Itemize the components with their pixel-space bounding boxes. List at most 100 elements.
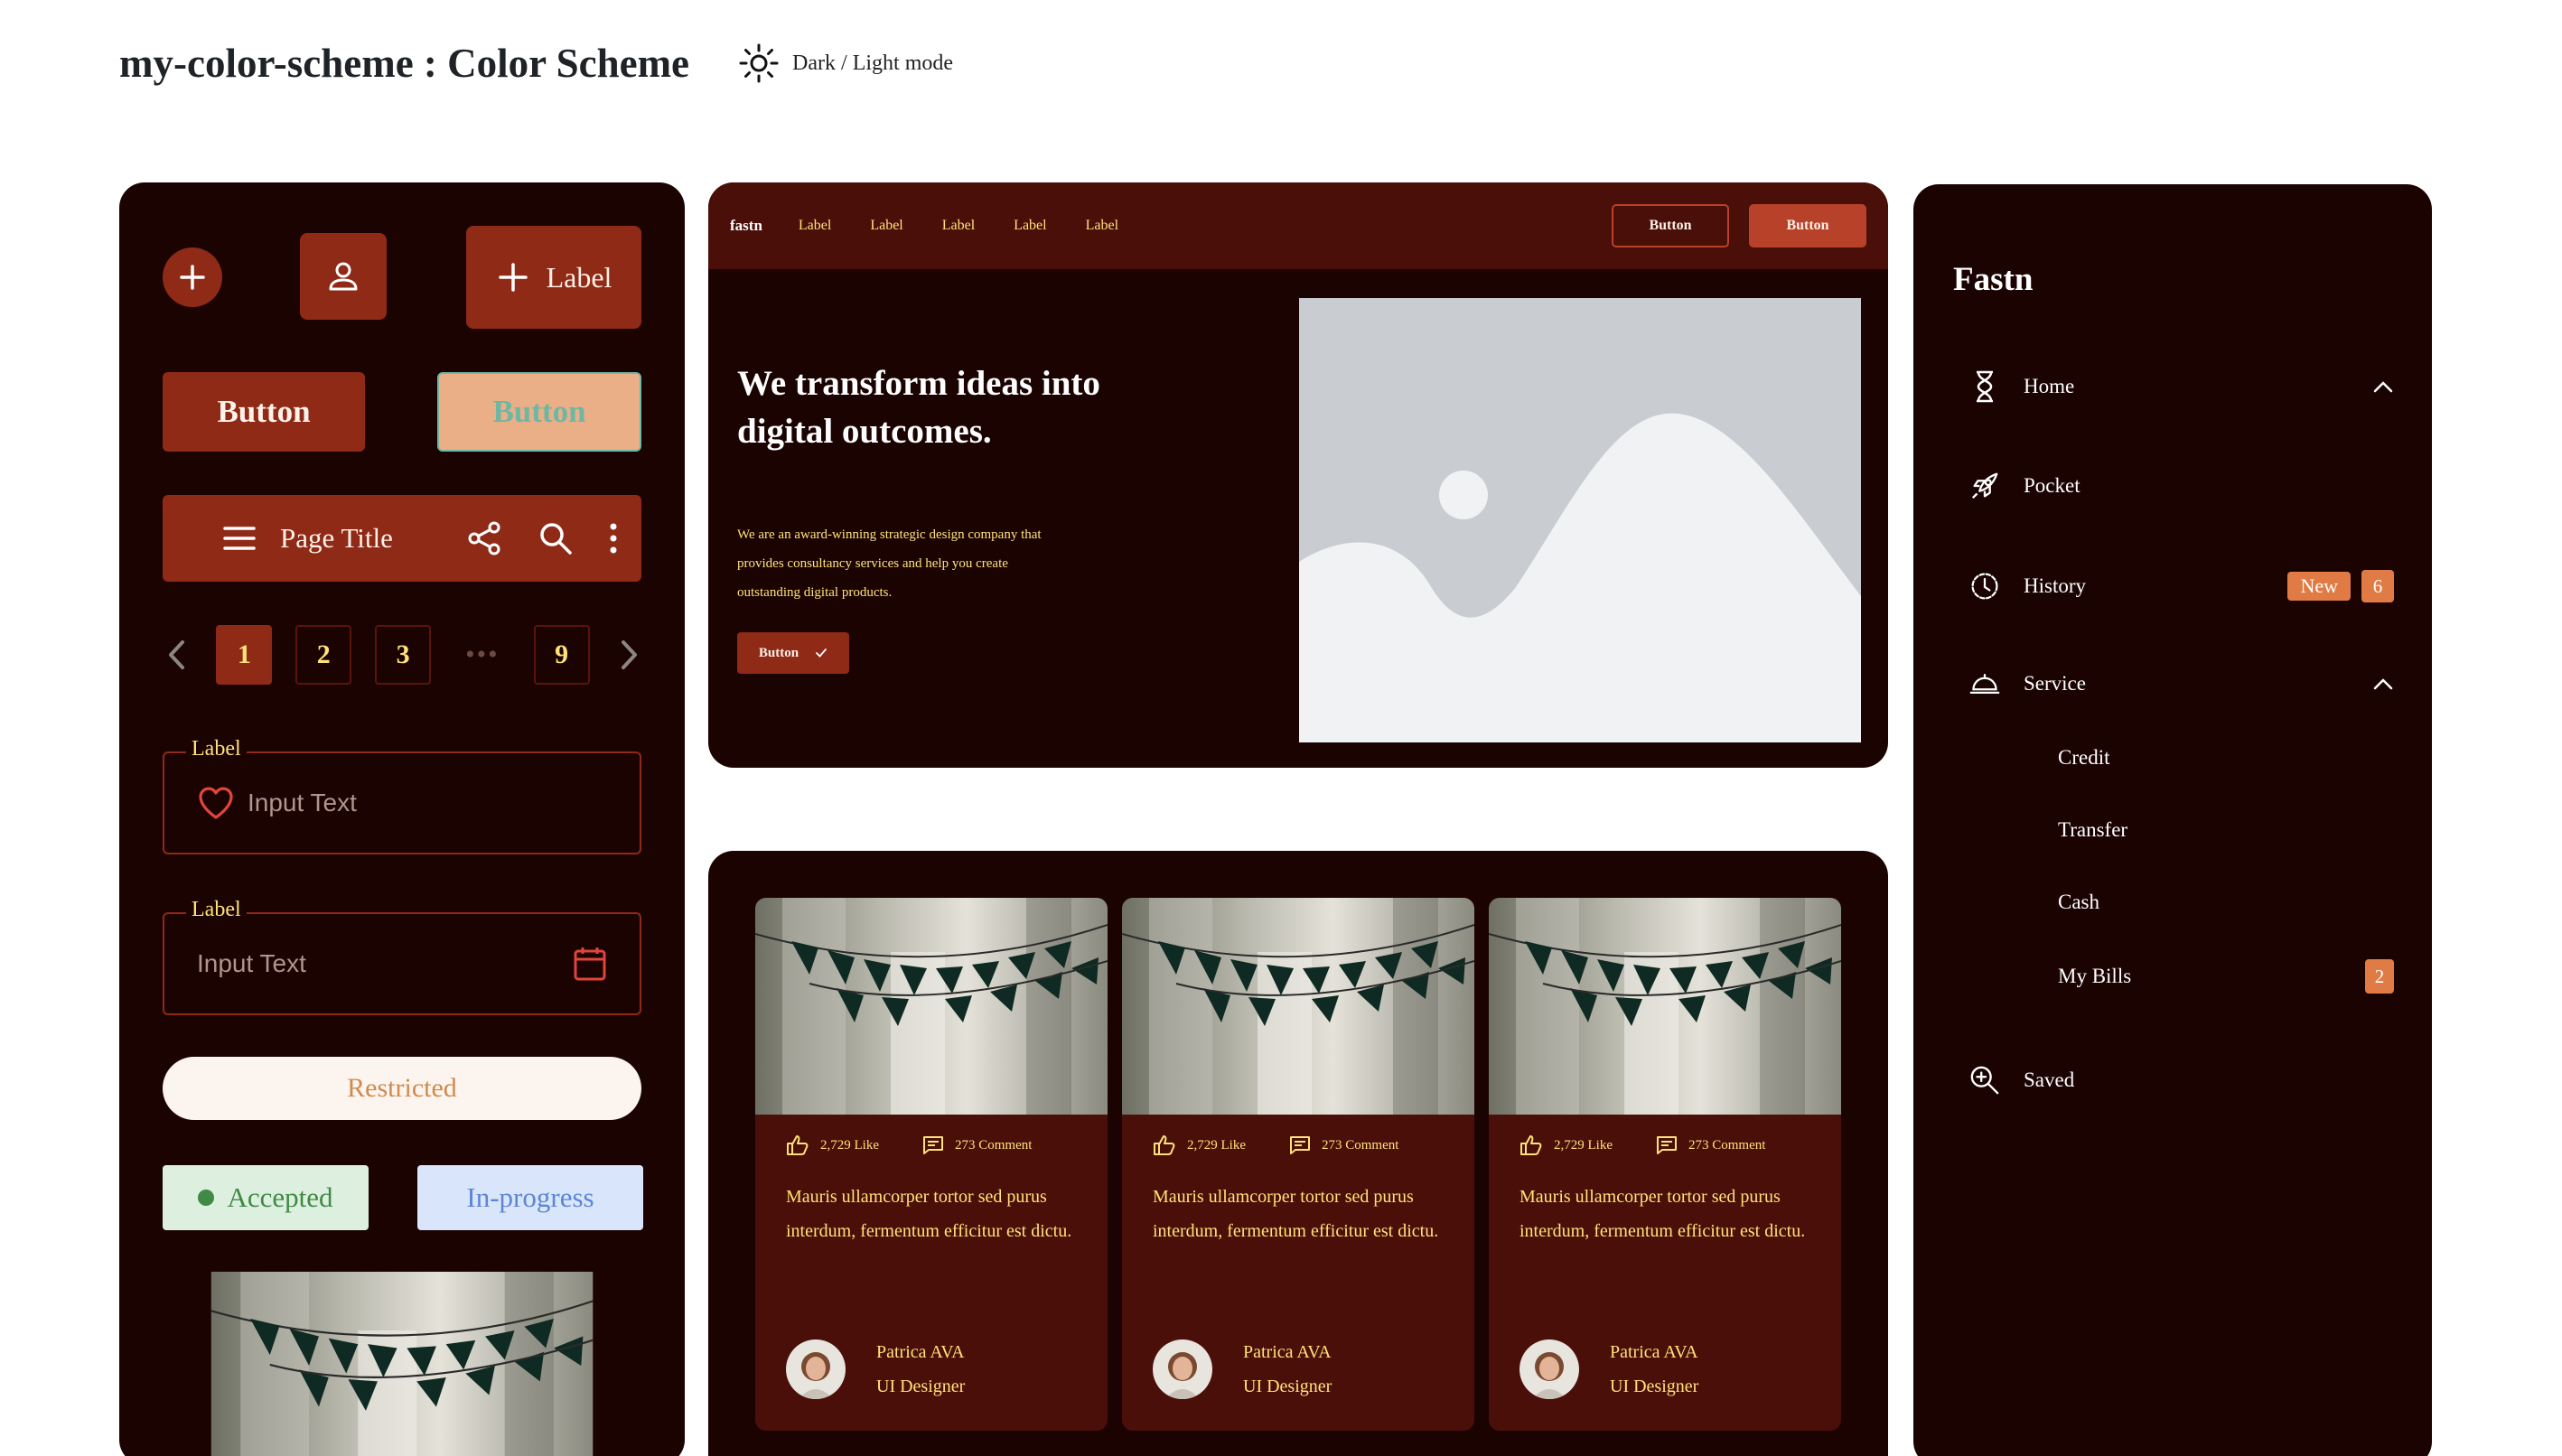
accepted-chip-label: Accepted [227,1181,333,1213]
likes-count: 2,729 Like [1554,1137,1613,1153]
sidebar-item-history[interactable]: History New 6 [1969,569,2394,603]
nav-outline-button[interactable]: Button [1612,204,1729,247]
page-button-9[interactable]: 9 [533,625,590,685]
avatar [786,1339,846,1399]
theme-toggle[interactable]: Dark / Light mode [738,42,953,84]
card-text: Mauris ullamcorper tortor sed purus inte… [786,1187,1072,1241]
fab-round-add-button[interactable] [163,247,222,307]
sidebar-item-label: Service [2024,672,2086,695]
author-name: Patrica AVA [1243,1342,1332,1362]
plus-icon [180,265,205,290]
hero-brand[interactable]: fastn [730,217,762,235]
sidebar-item-pocket[interactable]: Pocket [1969,470,2394,502]
hero-cta-button[interactable]: Button [737,632,849,674]
sidebar-subitem-my-bills[interactable]: My Bills 2 [2058,959,2394,994]
nav-link[interactable]: Label [1014,218,1046,234]
sidebar-item-saved[interactable]: Saved [1969,1064,2394,1097]
page-button-1[interactable]: 1 [216,625,273,685]
nav-link[interactable]: Label [799,218,831,234]
calendar-icon[interactable] [573,946,607,982]
primary-button[interactable]: Button [163,372,365,452]
post-card[interactable]: 2,729 Like 273 Comment Mauris ullamcorpe… [1122,898,1474,1431]
menu-icon[interactable] [222,525,257,552]
hero-navbar: fastn Label Label Label Label Label Butt… [708,182,1888,269]
author-role: UI Designer [1610,1377,1699,1396]
thumbs-up-icon[interactable] [786,1134,809,1156]
fab-extended-label: Label [546,260,612,294]
sidebar-subitem-credit[interactable]: Credit [2058,746,2394,770]
top-app-bar: Page Title [163,495,641,582]
post-card[interactable]: 2,729 Like 273 Comment Mauris ullamcorpe… [755,898,1108,1431]
accepted-chip: Accepted [163,1165,369,1230]
more-vertical-icon[interactable] [609,523,618,554]
fab-extended-button[interactable]: Label [466,226,641,329]
hero-panel: fastn Label Label Label Label Label Butt… [708,182,1888,768]
field-label: Label [186,737,247,761]
card-stats: 2,729 Like 273 Comment [1153,1134,1398,1156]
fab-user-button[interactable] [300,233,387,320]
user-icon [329,262,358,291]
page-header: my-color-scheme : Color Scheme Dark / Li… [119,40,953,87]
hero-headline: We transform ideas into digital outcomes… [737,364,1100,451]
page-button-3[interactable]: 3 [375,625,432,685]
plus-icon [498,263,528,292]
card-text: Mauris ullamcorper tortor sed purus inte… [1153,1187,1439,1241]
sidebar-item-label: History [2024,574,2086,597]
comment-icon[interactable] [922,1135,944,1155]
field-value: Input Text [197,949,306,977]
status-dot-icon [198,1190,215,1206]
post-card[interactable]: 2,729 Like 273 Comment Mauris ullamcorpe… [1489,898,1841,1431]
thumbs-up-icon[interactable] [1519,1134,1543,1156]
search-icon[interactable] [538,521,573,555]
nav-link[interactable]: Label [1086,218,1118,234]
thumbs-up-icon[interactable] [1153,1134,1176,1156]
sidebar-subitem-transfer[interactable]: Transfer [2058,818,2394,842]
disabled-button[interactable]: Button [437,372,641,452]
field-label: Label [186,898,247,922]
clock-icon [1969,569,2000,603]
components-panel: Label Button Button Page Title 1 2 3 •••… [119,182,685,1456]
rocket-icon [1969,470,2000,502]
sidebar-item-label: Pocket [2024,474,2080,497]
sidebar-item-service[interactable]: Service [1969,670,2394,697]
sidebar-subitem-cash[interactable]: Cash [2058,891,2394,914]
comment-icon[interactable] [1289,1135,1311,1155]
nav-buttons: Button Button [1612,204,1866,247]
author-name: Patrica AVA [876,1342,965,1362]
chevron-left-icon[interactable] [159,639,192,670]
comment-icon[interactable] [1656,1135,1678,1155]
hourglass-icon [1969,370,2000,403]
card-author: Patrica AVA UI Designer [1519,1335,1698,1404]
text-field-heart[interactable]: Label Input Text [163,737,641,854]
pagination: 1 2 3 ••• 9 [159,625,647,685]
count-badge: 2 [2365,959,2394,994]
sidebar-subitem-label: Credit [2058,746,2110,769]
author-role: UI Designer [1243,1377,1332,1396]
banner-photo [163,1272,641,1456]
date-field[interactable]: Label Input Text [163,898,641,1015]
card-text: Mauris ullamcorper tortor sed purus inte… [1519,1187,1806,1241]
card-stats: 2,729 Like 273 Comment [786,1134,1032,1156]
count-badge: 6 [2361,570,2394,602]
cards-panel: 2,729 Like 273 Comment Mauris ullamcorpe… [708,851,1888,1456]
sidebar-item-label: Saved [2024,1069,2075,1091]
chevron-right-icon[interactable] [613,639,647,670]
nav-solid-button[interactable]: Button [1749,204,1866,247]
sidebar-item-home[interactable]: Home [1969,370,2394,403]
sidebar-subitem-label: My Bills [2058,965,2132,987]
image-placeholder [1299,298,1861,742]
card-image [1122,898,1474,1115]
chevron-up-icon[interactable] [2372,379,2394,394]
in-progress-chip: In-progress [417,1165,643,1230]
avatar [1519,1339,1579,1399]
page-button-2[interactable]: 2 [295,625,352,685]
share-icon[interactable] [466,520,502,556]
nav-link[interactable]: Label [942,218,975,234]
comments-count: 273 Comment [1322,1137,1399,1153]
card-image [1489,898,1841,1115]
card-author: Patrica AVA UI Designer [786,1335,965,1404]
comments-count: 273 Comment [1688,1137,1766,1153]
avatar [1153,1339,1212,1399]
nav-link[interactable]: Label [870,218,902,234]
chevron-up-icon[interactable] [2372,677,2394,691]
